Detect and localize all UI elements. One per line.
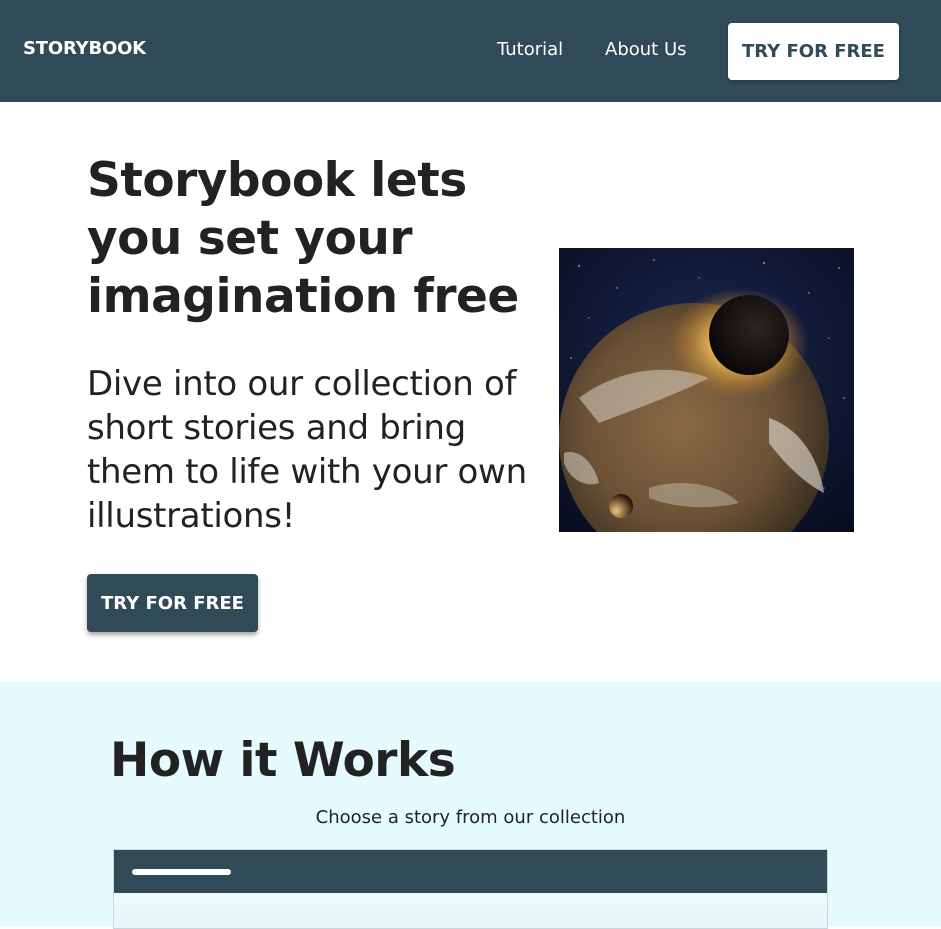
- how-it-works-step-text: Choose a story from our collection: [315, 807, 626, 828]
- story-picker-body: [114, 893, 827, 928]
- hero-title: Storybook lets you set your imagination …: [87, 153, 519, 324]
- navbar: STORYBOOK Tutorial About Us TRY FOR FREE: [0, 0, 941, 102]
- how-it-works-section: How it Works Choose a story from our col…: [0, 682, 941, 929]
- story-picker-header: [114, 850, 827, 893]
- nav-try-for-free-button[interactable]: TRY FOR FREE: [728, 23, 899, 80]
- story-picker-preview: [113, 849, 828, 929]
- nav-link-about-us[interactable]: About Us: [605, 39, 687, 60]
- brand-logo-link[interactable]: STORYBOOK: [23, 38, 146, 59]
- nav-link-tutorial[interactable]: Tutorial: [497, 39, 563, 60]
- hero-subtitle: Dive into our collection of short storie…: [87, 364, 527, 536]
- how-it-works-title: How it Works: [110, 733, 456, 788]
- story-picker-title-placeholder: [132, 869, 231, 875]
- hero-try-for-free-button[interactable]: TRY FOR FREE: [87, 574, 258, 632]
- hero-planet-image: [559, 248, 854, 532]
